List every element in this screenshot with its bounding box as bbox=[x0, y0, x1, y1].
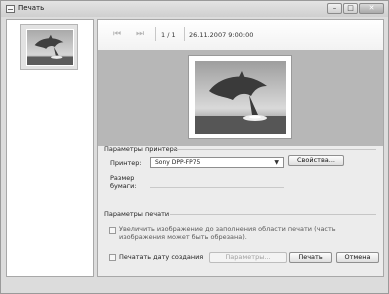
print-date-checkbox[interactable] bbox=[109, 254, 116, 261]
next-page-icon[interactable]: ⏭ bbox=[136, 29, 144, 39]
close-button[interactable]: ✕ bbox=[359, 3, 384, 14]
print-preview-area bbox=[98, 50, 383, 146]
properties-button[interactable]: Свойства... bbox=[288, 155, 344, 166]
print-button[interactable]: Печать bbox=[289, 252, 332, 263]
print-settings-title: Параметры печати bbox=[104, 210, 170, 218]
options-button[interactable]: Параметры... bbox=[209, 252, 287, 263]
paper-size-label: Размер бумаги: bbox=[110, 174, 137, 190]
preview-page bbox=[188, 55, 292, 139]
printer-settings-title: Параметры принтера bbox=[104, 145, 178, 153]
print-app-icon bbox=[6, 5, 15, 13]
preview-navigation-bar: ⏮ ⏭ 1 / 1 26.11.2007 9:00:00 bbox=[98, 20, 383, 50]
chevron-down-icon[interactable]: ▼ bbox=[274, 158, 279, 167]
previous-page-icon[interactable]: ⏮ bbox=[113, 29, 121, 39]
photo-datetime: 26.11.2007 9:00:00 bbox=[189, 31, 254, 39]
enlarge-image-checkbox[interactable] bbox=[109, 227, 116, 234]
enlarge-image-label: Увеличить изображение до заполнения обла… bbox=[119, 225, 336, 241]
cancel-button[interactable]: Отмена bbox=[336, 252, 379, 263]
maximize-button[interactable]: □ bbox=[343, 3, 358, 14]
print-settings-panel: ⏮ ⏭ 1 / 1 26.11.2007 9:00:00 Параметры п… bbox=[97, 19, 384, 277]
section-divider bbox=[176, 149, 376, 150]
print-dialog-window: Печать – □ ✕ ⏮ ⏭ 1 / 1 26.11.2007 9:00:0… bbox=[0, 0, 389, 294]
print-date-label: Печатать дату создания bbox=[119, 253, 204, 261]
page-counter: 1 / 1 bbox=[161, 31, 176, 39]
nav-separator bbox=[155, 27, 156, 41]
thumbnail-list[interactable] bbox=[6, 19, 94, 277]
minimize-button[interactable]: – bbox=[327, 3, 342, 14]
title-bar[interactable]: Печать – □ ✕ bbox=[1, 1, 388, 17]
dolphin-thumbnail-image bbox=[26, 29, 74, 66]
printer-select[interactable]: Sony DPP-FP75 ▼ bbox=[150, 157, 284, 168]
dolphin-preview-image bbox=[195, 61, 286, 134]
section-divider bbox=[170, 214, 376, 215]
window-title: Печать bbox=[18, 4, 45, 12]
nav-separator bbox=[184, 27, 185, 41]
printer-label: Принтер: bbox=[110, 159, 142, 167]
thumbnail-item[interactable] bbox=[20, 24, 78, 70]
paper-size-value bbox=[150, 178, 284, 188]
printer-select-value: Sony DPP-FP75 bbox=[155, 159, 201, 166]
